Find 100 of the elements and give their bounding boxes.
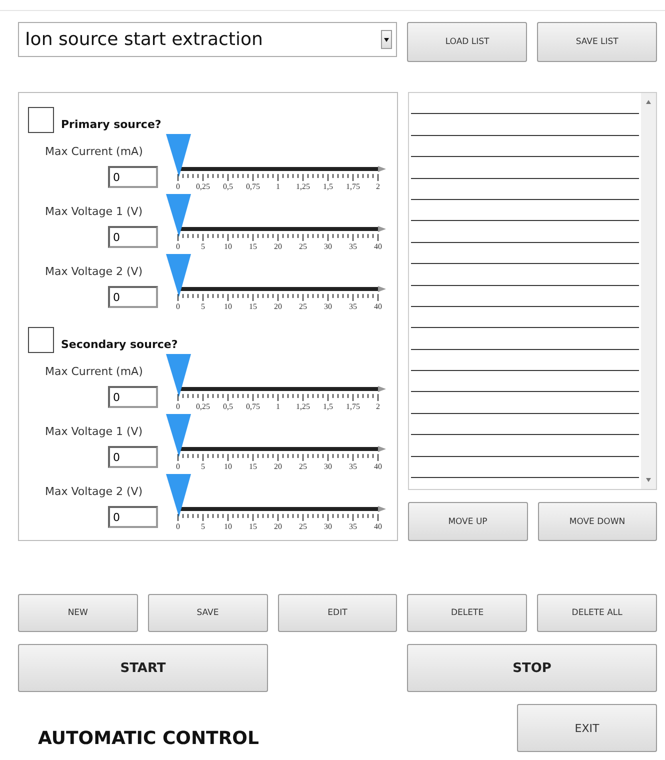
source-label: Secondary source? — [61, 338, 178, 351]
tick-label: 30 — [324, 302, 332, 311]
value-field[interactable]: 0 — [108, 226, 158, 248]
tick-label: 30 — [324, 462, 332, 471]
tick-label: 40 — [374, 242, 382, 251]
tick-label: 15 — [249, 462, 257, 471]
tick-label: 25 — [299, 462, 307, 471]
tick-label: 1,5 — [323, 182, 333, 191]
tick-label: 35 — [349, 462, 357, 471]
slider-thumb[interactable] — [166, 414, 191, 457]
tick-label: 20 — [274, 242, 282, 251]
scroll-up-icon[interactable] — [646, 100, 651, 104]
source-checkbox[interactable] — [28, 327, 54, 353]
tick-label: 40 — [374, 522, 382, 531]
tick-label: 30 — [324, 242, 332, 251]
run-button[interactable]: STOP — [407, 644, 657, 692]
tick-label: 10 — [224, 522, 232, 531]
slider-label: Max Voltage 1 (V) — [45, 205, 143, 220]
tick-label: 0,5 — [223, 182, 233, 191]
slider-label: Max Voltage 1 (V) — [45, 425, 143, 440]
value-field[interactable]: 0 — [108, 166, 158, 188]
tick-label: 1,75 — [346, 182, 360, 191]
edit-button[interactable]: EDIT — [278, 594, 398, 632]
slider-thumb[interactable] — [166, 474, 191, 517]
tick-label: 40 — [374, 302, 382, 311]
tick-label: 5 — [201, 242, 205, 251]
tick-label: 2 — [376, 182, 380, 191]
tick-label: 25 — [299, 522, 307, 531]
slider-label: Max Voltage 2 (V) — [45, 485, 143, 500]
slider-thumb[interactable] — [166, 134, 191, 177]
tick-label: 0,25 — [196, 402, 210, 411]
exit-button[interactable]: EXIT — [517, 704, 657, 752]
value-field[interactable]: 0 — [108, 446, 158, 468]
arrow-icon — [378, 226, 386, 232]
slider-label: Max Current (mA) — [45, 365, 143, 380]
arrow-icon — [378, 166, 386, 172]
sequence-list[interactable] — [408, 92, 657, 490]
slider-label: Max Current (mA) — [45, 145, 143, 160]
tick-label: 35 — [349, 522, 357, 531]
tick-label: 15 — [249, 242, 257, 251]
tick-label: 10 — [224, 242, 232, 251]
tick-label: 10 — [224, 462, 232, 471]
run-button[interactable]: START — [18, 644, 268, 692]
tick-label: 20 — [274, 462, 282, 471]
tick-label: 20 — [274, 302, 282, 311]
tick-label: 35 — [349, 302, 357, 311]
tick-label: 0 — [176, 402, 180, 411]
edit-button[interactable]: NEW — [18, 594, 138, 632]
arrow-icon — [378, 506, 386, 512]
tick-label: 5 — [201, 462, 205, 471]
tick-label: 0,5 — [223, 402, 233, 411]
scroll-down-icon[interactable] — [646, 478, 651, 482]
tick-label: 0 — [176, 302, 180, 311]
move-button[interactable]: MOVE UP — [408, 502, 528, 541]
tick-label: 1,5 — [323, 402, 333, 411]
edit-button[interactable]: DELETE ALL — [537, 594, 657, 632]
arrow-icon — [378, 286, 386, 292]
tick-label: 1 — [276, 402, 280, 411]
slider-label: Max Voltage 2 (V) — [45, 265, 143, 280]
tick-label: 0 — [176, 182, 180, 191]
slider-thumb[interactable] — [166, 194, 191, 237]
tick-label: 1,75 — [346, 402, 360, 411]
edit-button[interactable]: DELETE — [407, 594, 528, 632]
tick-label: 10 — [224, 302, 232, 311]
tick-label: 1 — [276, 182, 280, 191]
tick-label: 0,25 — [196, 182, 210, 191]
arrow-icon — [378, 386, 386, 392]
move-button[interactable]: MOVE DOWN — [538, 502, 657, 541]
tick-label: 30 — [324, 522, 332, 531]
arrow-icon — [378, 446, 386, 452]
list-file-button[interactable]: LOAD LIST — [407, 22, 528, 62]
tick-label: 15 — [249, 302, 257, 311]
mode-title: AUTOMATIC CONTROL — [38, 728, 259, 748]
tick-label: 25 — [299, 242, 307, 251]
tick-label: 15 — [249, 522, 257, 531]
tick-label: 0 — [176, 522, 180, 531]
scrollbar[interactable] — [641, 93, 656, 489]
value-field[interactable]: 0 — [108, 506, 158, 528]
tick-label: 0,75 — [246, 402, 260, 411]
source-label: Primary source? — [61, 118, 162, 131]
list-file-button[interactable]: SAVE LIST — [537, 22, 657, 62]
value-field[interactable]: 0 — [108, 286, 158, 308]
tick-label: 40 — [374, 462, 382, 471]
tick-label: 35 — [349, 242, 357, 251]
edit-button[interactable]: SAVE — [148, 594, 268, 632]
tick-label: 1,25 — [296, 402, 310, 411]
sequence-dropdown[interactable]: Ion source start extraction — [18, 22, 398, 57]
slider-thumb[interactable] — [166, 254, 191, 297]
tick-label: 20 — [274, 522, 282, 531]
tick-label: 0,75 — [246, 182, 260, 191]
source-checkbox[interactable] — [28, 107, 54, 133]
value-field[interactable]: 0 — [108, 386, 158, 408]
tick-label: 0 — [176, 462, 180, 471]
tick-label: 1,25 — [296, 182, 310, 191]
tick-label: 25 — [299, 302, 307, 311]
slider-thumb[interactable] — [166, 354, 191, 397]
tick-label: 5 — [201, 302, 205, 311]
tick-label: 2 — [376, 402, 380, 411]
tick-label: 5 — [201, 522, 205, 531]
tick-label: 0 — [176, 242, 180, 251]
